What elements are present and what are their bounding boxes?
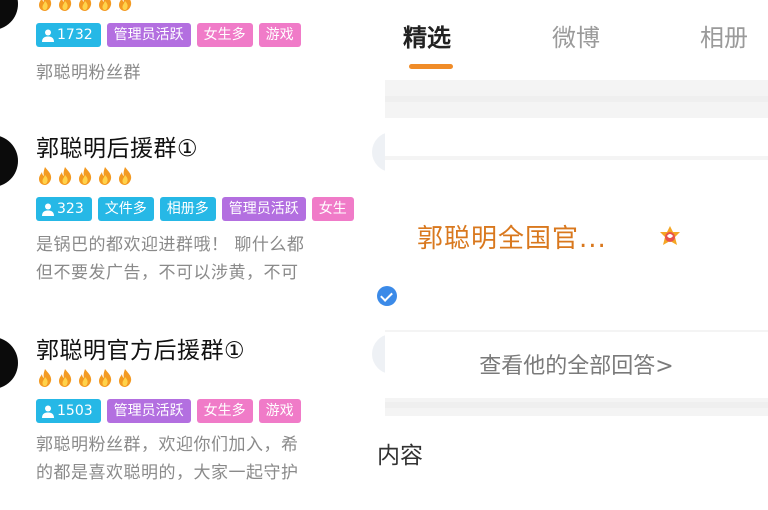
group-tag: 文件多 <box>97 197 154 221</box>
tab-weibo[interactable]: 微博 <box>552 18 600 53</box>
flame-icon <box>36 0 54 12</box>
group-tag: 相册多 <box>159 197 216 221</box>
group-avatar[interactable] <box>0 135 18 187</box>
group-tag: 女生 <box>311 197 354 221</box>
group-title: 郭聪明后援群① <box>36 136 199 162</box>
fan-badge-icon <box>657 224 683 248</box>
flame-icon <box>36 368 54 388</box>
group-tag: 管理员活跃 <box>221 197 306 221</box>
flame-icon <box>56 0 74 12</box>
group-description: 是锅巴的都欢迎进群哦！ 聊什么都 <box>36 235 305 255</box>
active-tab-indicator <box>409 64 453 69</box>
divider <box>385 402 768 408</box>
group-tags: 1503 管理员活跃 女生多 游戏 <box>36 399 301 423</box>
flame-icon <box>96 166 114 186</box>
group-tags: 1732 管理员活跃 女生多 游戏 <box>36 23 301 47</box>
group-tag: 女生多 <box>196 23 253 47</box>
flame-icon <box>116 0 134 12</box>
group-title: 郭聪明官方后援群① <box>36 338 246 364</box>
group-avatar[interactable] <box>0 337 18 389</box>
group-tag: 女生多 <box>196 399 253 423</box>
activity-flames <box>36 166 134 186</box>
divider <box>385 96 768 102</box>
member-count-badge: 323 <box>36 197 92 221</box>
member-count: 323 <box>57 201 84 217</box>
member-count-badge: 1732 <box>36 23 101 47</box>
tab-bar: 精选 微博 相册 <box>385 0 768 80</box>
flame-icon <box>76 0 94 12</box>
group-tag: 游戏 <box>258 399 301 423</box>
member-count: 1503 <box>57 403 93 419</box>
flame-icon <box>116 368 134 388</box>
group-avatar[interactable] <box>0 0 18 30</box>
activity-flames <box>36 0 134 12</box>
member-count: 1732 <box>57 27 93 43</box>
group-description: 但不要发广告，不可以涉黄，不可 <box>36 263 299 283</box>
group-description: 郭聪明粉丝群，欢迎你们加入，希 <box>36 435 299 455</box>
tab-album[interactable]: 相册 <box>700 18 748 53</box>
group-list-panel: 1732 管理员活跃 女生多 游戏 郭聪明粉丝群 郭聪明后援群① 323 文件多 相册多管… <box>0 0 400 510</box>
flame-icon <box>56 166 74 186</box>
flame-icon <box>116 166 134 186</box>
group-description: 的都是喜欢聪明的，大家一起守护 <box>36 463 299 483</box>
tab-featured[interactable]: 精选 <box>403 18 451 53</box>
member-count-badge: 1503 <box>36 399 101 423</box>
section-spacer <box>385 118 768 156</box>
group-tag: 管理员活跃 <box>106 23 191 47</box>
answer-title[interactable]: 郭聪明全国官... <box>417 218 607 255</box>
group-tag: 游戏 <box>258 23 301 47</box>
flame-icon <box>56 368 74 388</box>
flame-icon <box>76 166 94 186</box>
profile-panel: 精选 微博 相册 郭聪明全国官... 查看他的全部回答> 内容 <box>377 0 768 510</box>
flame-icon <box>96 0 114 12</box>
flame-icon <box>36 166 54 186</box>
group-tags: 323 文件多 相册多 管理员活跃 女生 <box>36 197 354 221</box>
group-description: 郭聪明粉丝群 <box>36 63 141 83</box>
group-tag: 管理员活跃 <box>106 399 191 423</box>
activity-flames <box>36 368 134 388</box>
flame-icon <box>76 368 94 388</box>
flame-icon <box>96 368 114 388</box>
verified-icon <box>377 286 397 306</box>
content-section-label: 内容 <box>377 443 423 469</box>
see-all-answers-link[interactable]: 查看他的全部回答> <box>385 348 768 380</box>
content-section <box>385 416 768 510</box>
